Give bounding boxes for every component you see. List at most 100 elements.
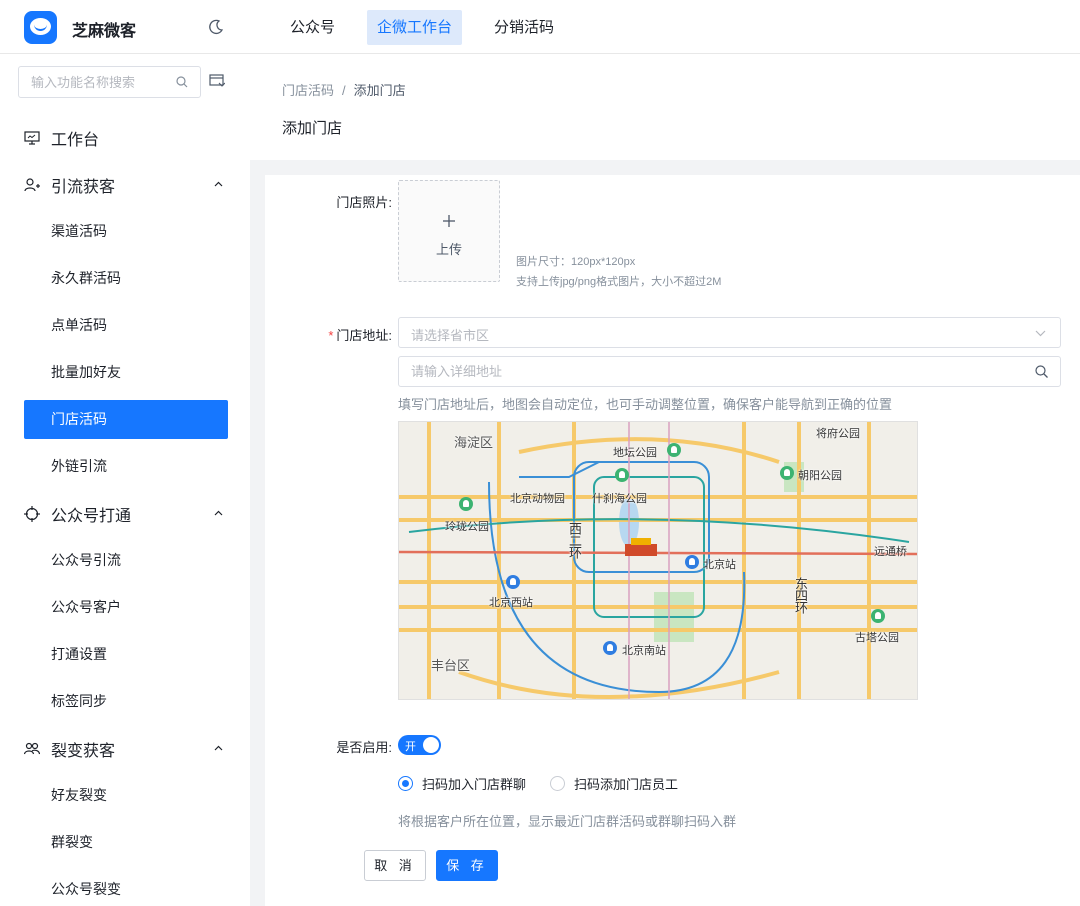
radio-dot xyxy=(550,776,566,791)
map-label-chaoyang: 朝阳公园 xyxy=(798,470,842,482)
park-icon xyxy=(459,497,473,511)
sidebar-group-label: 引流获客 xyxy=(51,178,116,196)
tab-official-account[interactable]: 公众号 xyxy=(280,10,345,45)
sidebar-item-workbench[interactable]: 工作台 xyxy=(0,114,250,161)
switch-knob xyxy=(423,737,439,753)
park-icon xyxy=(667,443,681,457)
station-icon xyxy=(603,641,617,655)
user-add-icon xyxy=(24,177,40,191)
form-card: 门店照片: 上传 图片尺寸：120px*120px 支持上传jpg/png格式图… xyxy=(265,175,1080,906)
sidebar-item-tag-sync[interactable]: 标签同步 xyxy=(0,678,250,725)
region-placeholder: 请选择省市区 xyxy=(411,328,490,343)
sidebar-search xyxy=(18,66,201,98)
page-header: 门店活码 / 添加门店 添加门店 xyxy=(250,54,1080,160)
map-label-tongqiao: 远通桥 xyxy=(874,546,907,558)
breadcrumb-separator: / xyxy=(342,83,346,98)
location-map[interactable]: 海淀区 地坛公园 将府公园 朝阳公园 北京动物园 什刹海公园 玲珑公园 西二环 … xyxy=(398,421,918,700)
radio-dot xyxy=(398,776,413,791)
store-address-label: * 门店地址: xyxy=(328,328,392,343)
park-icon xyxy=(615,468,629,482)
join-mode-hint: 将根据客户所在位置，显示最近门店群活码或群聊扫码入群 xyxy=(398,814,737,829)
switch-text: 开 xyxy=(405,741,416,753)
breadcrumb: 门店活码 / 添加门店 xyxy=(282,80,406,99)
map-label-jiangfu: 将府公园 xyxy=(816,428,860,440)
map-label-shichahai: 什刹海公园 xyxy=(592,493,647,505)
sidebar-group-official-account[interactable]: 公众号打通 xyxy=(0,490,250,537)
join-mode-radio-group: 扫码加入门店群聊 扫码添加门店员工 xyxy=(398,774,702,793)
dark-mode-moon-icon[interactable] xyxy=(208,19,224,35)
map-label-ditan: 地坛公园 xyxy=(613,447,657,459)
sidebar-item-oa-fission[interactable]: 公众号裂变 xyxy=(0,866,250,906)
breadcrumb-current: 添加门店 xyxy=(353,83,406,98)
top-bar: 芝麻微客 公众号 企微工作台 分销活码 xyxy=(0,0,1080,54)
map-label-east4: 东四环 xyxy=(793,577,808,613)
sidebar-item-channel-code[interactable]: 渠道活码 xyxy=(0,208,250,255)
search-icon[interactable] xyxy=(1035,365,1048,378)
sidebar-group-label: 裂变获客 xyxy=(51,742,116,760)
sidebar-item-permanent-group-code[interactable]: 永久群活码 xyxy=(0,255,250,302)
photo-size-hint: 图片尺寸：120px*120px xyxy=(516,256,636,268)
detail-address-field xyxy=(398,356,1061,387)
sidebar-group-fission[interactable]: 裂变获客 xyxy=(0,725,250,772)
chevron-up-icon xyxy=(214,745,223,751)
map-roads xyxy=(399,422,917,699)
chevron-up-icon xyxy=(214,181,223,187)
breadcrumb-link[interactable]: 门店活码 xyxy=(282,83,334,98)
station-icon xyxy=(506,575,520,589)
plus-icon xyxy=(443,215,455,227)
photo-format-hint: 支持上传jpg/png格式图片，大小不超过2M xyxy=(516,276,722,288)
monitor-icon xyxy=(24,130,40,145)
radio-label: 扫码添加门店员工 xyxy=(574,777,679,792)
sidebar-group-label: 公众号打通 xyxy=(51,507,132,525)
map-label-west2: 西二环 xyxy=(567,522,582,558)
address-hint: 填写门店地址后，地图会自动定位，也可手动调整位置，确保客户能导航到正确的位置 xyxy=(398,397,893,412)
users-icon xyxy=(24,742,40,754)
sidebar-item-group-fission[interactable]: 群裂变 xyxy=(0,819,250,866)
app-logo-icon[interactable] xyxy=(24,11,57,44)
map-label-beijing-south: 北京南站 xyxy=(622,645,666,657)
upload-text: 上传 xyxy=(435,242,462,257)
photo-upload[interactable]: 上传 xyxy=(398,180,500,282)
store-photo-label: 门店照片: xyxy=(336,195,392,210)
brand-name: 芝麻微客 xyxy=(72,23,137,40)
map-label-zoo: 北京动物园 xyxy=(510,493,565,505)
sidebar-menu: 工作台 引流获客 渠道活码 永久群活码 点单活码 批量加好友 门店活码 外链引流… xyxy=(0,114,250,906)
sidebar-group-traffic[interactable]: 引流获客 xyxy=(0,161,250,208)
sidebar-item-oa-traffic[interactable]: 公众号引流 xyxy=(0,537,250,584)
map-label-fengtai: 丰台区 xyxy=(431,658,471,673)
map-label-gutai: 古塔公园 xyxy=(855,632,899,644)
enable-switch[interactable]: 开 xyxy=(398,735,441,755)
cancel-button[interactable]: 取 消 xyxy=(364,850,426,881)
tab-wecom-workbench[interactable]: 企微工作台 xyxy=(367,10,463,45)
map-label-beijing-station: 北京站 xyxy=(703,559,736,571)
detail-address-input[interactable] xyxy=(399,357,1019,386)
save-button[interactable]: 保 存 xyxy=(436,850,498,881)
sidebar-item-external-link[interactable]: 外链引流 xyxy=(0,443,250,490)
map-label-beijing-west: 北京西站 xyxy=(489,597,533,609)
sidebar-item-store-code[interactable]: 门店活码 xyxy=(24,400,228,439)
sidebar-item-link-settings[interactable]: 打通设置 xyxy=(0,631,250,678)
sidebar-item-batch-add-friends[interactable]: 批量加好友 xyxy=(0,349,250,396)
collapse-menu-icon[interactable] xyxy=(209,74,225,88)
map-label-linglong: 玲珑公园 xyxy=(445,521,489,533)
tab-distribution-code[interactable]: 分销活码 xyxy=(484,10,564,45)
map-label-haidian: 海淀区 xyxy=(454,435,494,450)
sidebar-item-order-code[interactable]: 点单活码 xyxy=(0,302,250,349)
radio-add-staff[interactable]: 扫码添加门店员工 xyxy=(550,774,678,793)
sidebar-item-friend-fission[interactable]: 好友裂变 xyxy=(0,772,250,819)
radio-label: 扫码加入门店群聊 xyxy=(422,777,527,792)
station-icon xyxy=(685,555,699,569)
sidebar: 工作台 引流获客 渠道活码 永久群活码 点单活码 批量加好友 门店活码 外链引流… xyxy=(0,54,250,906)
search-icon[interactable] xyxy=(176,76,188,88)
enable-label: 是否启用: xyxy=(336,740,392,755)
chevron-down-icon xyxy=(1035,330,1046,337)
top-nav: 公众号 企微工作台 分销活码 xyxy=(280,10,586,45)
function-search-input[interactable] xyxy=(19,67,169,97)
page-title: 添加门店 xyxy=(282,120,343,137)
radio-join-group[interactable]: 扫码加入门店群聊 xyxy=(398,774,526,793)
region-select[interactable]: 请选择省市区 xyxy=(398,317,1061,348)
sidebar-item-oa-customers[interactable]: 公众号客户 xyxy=(0,584,250,631)
chevron-up-icon xyxy=(214,510,223,516)
park-icon xyxy=(871,609,885,623)
crosshair-icon xyxy=(24,505,40,522)
